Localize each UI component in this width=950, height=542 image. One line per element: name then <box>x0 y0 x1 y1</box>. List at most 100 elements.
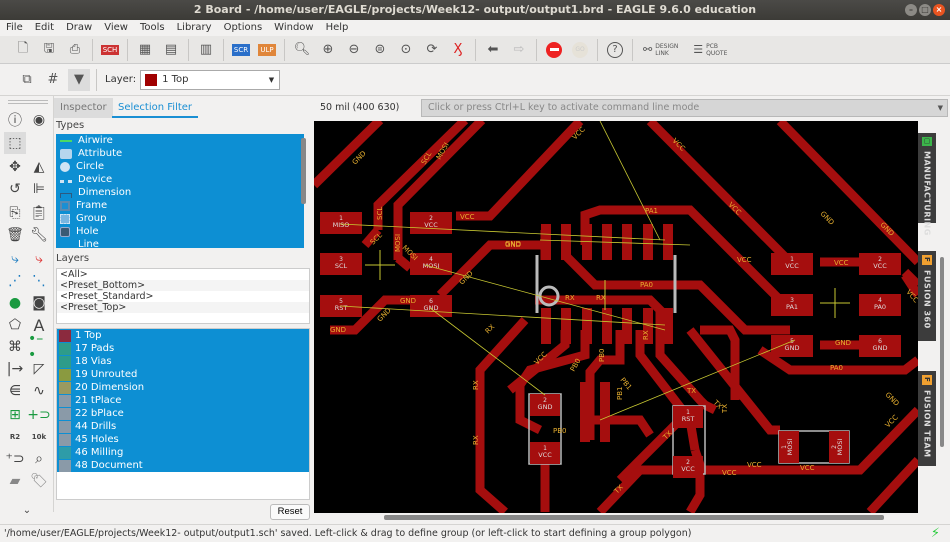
expand-more-icon[interactable]: ⌄ <box>16 499 38 521</box>
preset-item[interactable]: <Preset_Standard> <box>57 291 309 302</box>
replace-icon[interactable]: ⌕ <box>28 448 50 470</box>
type-item-frame[interactable]: Frame <box>56 199 304 212</box>
go-icon[interactable]: GO <box>569 39 591 61</box>
pad[interactable]: 2GND <box>530 394 560 416</box>
layer-item[interactable]: 18 Vias <box>57 355 309 368</box>
zoom-out-icon[interactable]: ⊖ <box>343 39 365 61</box>
pcb-drawing[interactable]: 1MISO2VCC3SCL4MOSI5RST6GND1VCC2VCC3PA14P… <box>314 121 918 513</box>
layers-list[interactable]: 1 Top 17 Pads 18 Vias 19 Unrouted 20 Dimensi… <box>56 328 310 500</box>
pad[interactable]: 5GND <box>771 335 813 357</box>
value-icon[interactable]: 10k <box>28 426 50 448</box>
type-item-circle[interactable]: Circle <box>56 160 304 173</box>
tag-icon[interactable]: 🏷︎ <box>28 470 50 492</box>
show-icon[interactable]: ◉ <box>28 109 50 131</box>
print-icon[interactable]: ⎙ <box>64 39 86 61</box>
tab-selection-filter[interactable]: Selection Filter <box>112 98 199 118</box>
menu-help[interactable]: Help <box>320 20 355 36</box>
optimize-icon[interactable]: ⋱ <box>28 270 50 292</box>
polygon-icon[interactable]: ⬠ <box>4 314 26 336</box>
layer-item[interactable]: 20 Dimension <box>57 381 309 394</box>
add-part-icon[interactable]: ⊞ <box>4 404 26 426</box>
tab-inspector[interactable]: Inspector <box>54 98 113 118</box>
zoom-select-icon[interactable]: ⊙ <box>395 39 417 61</box>
via-icon[interactable]: ● <box>4 292 26 314</box>
signal-icon[interactable]: ⌘ <box>4 336 26 358</box>
sch-brd-switch-icon[interactable]: SCH <box>99 39 121 61</box>
cam-processor-icon[interactable]: ▦ <box>134 39 156 61</box>
zoom-last-icon[interactable]: ⊜ <box>369 39 391 61</box>
selection-filter-icon[interactable]: ▼ <box>68 68 90 91</box>
wire-icon[interactable]: •–• <box>28 331 50 363</box>
redraw-icon[interactable]: ⟳ <box>421 39 443 61</box>
move-icon[interactable]: ✥ <box>4 156 26 178</box>
sinewave-icon[interactable]: ∿ <box>28 380 50 402</box>
types-list[interactable]: Airwire Attribute Circle Device Dimensio… <box>56 134 304 248</box>
pad[interactable]: 2VCC <box>673 456 703 478</box>
attribute-arrow-icon[interactable]: |→ <box>4 358 26 380</box>
menu-draw[interactable]: Draw <box>60 20 98 36</box>
ratsnest-icon[interactable]: Ӽ <box>447 39 469 61</box>
pad[interactable]: 1VCC <box>771 253 813 275</box>
layer-item[interactable]: 44 Drills <box>57 420 309 433</box>
preset-item[interactable]: <Preset_Bottom> <box>57 280 309 291</box>
help-icon[interactable]: ? <box>604 39 626 61</box>
layer-item[interactable]: 45 Holes <box>57 433 309 446</box>
rotate-icon[interactable]: ↺ <box>4 178 26 200</box>
vertical-scrollbar[interactable] <box>940 257 944 447</box>
menu-edit[interactable]: Edit <box>29 20 60 36</box>
layer-item[interactable]: 1 Top <box>57 329 309 342</box>
zoom-in-icon[interactable]: ⊕ <box>317 39 339 61</box>
group-select-icon[interactable]: ⬚ <box>4 132 26 154</box>
menu-options[interactable]: Options <box>218 20 269 36</box>
layer-item[interactable]: 46 Milling <box>57 446 309 459</box>
pad[interactable]: 1VCC <box>530 442 560 464</box>
change-icon[interactable]: 🔧︎ <box>28 224 50 246</box>
menu-file[interactable]: File <box>0 20 29 36</box>
paste-icon[interactable]: 📋︎ <box>28 202 50 224</box>
info-icon[interactable]: ⓘ <box>4 109 26 131</box>
pad[interactable]: 3PA1 <box>771 294 813 316</box>
pad[interactable]: 2MOSI <box>829 431 849 463</box>
maximize-button[interactable]: □ <box>919 4 931 16</box>
ripup-icon[interactable]: ⤷ <box>28 248 50 270</box>
hole-icon[interactable]: ◙ <box>28 292 50 314</box>
ulp-icon[interactable]: ULP <box>256 39 278 61</box>
layer-item[interactable]: 48 Document <box>57 459 309 472</box>
manufacturing-icon[interactable]: ▤ <box>160 39 182 61</box>
invoke-icon[interactable]: ⁺⊃ <box>4 448 26 470</box>
pad[interactable]: 1RST <box>673 406 703 428</box>
grid-icon[interactable]: # <box>42 69 64 91</box>
pad[interactable]: 6GND <box>410 295 452 317</box>
delete-icon[interactable]: 🗑︎ <box>4 224 26 246</box>
type-item-line[interactable]: Line <box>56 238 304 248</box>
type-item-hole[interactable]: Hole <box>56 225 304 238</box>
board-canvas[interactable]: 1 MISO 2 VCC 3 SCL 4 MOSI 5 RST 6 GND 1 VCC 2 VCC 3 PA1 4 P… <box>314 121 918 513</box>
layer-item[interactable]: 17 Pads <box>57 342 309 355</box>
stop-icon[interactable] <box>543 39 565 61</box>
package-icon[interactable]: ▰ <box>4 470 26 492</box>
pad[interactable]: 1MISO <box>320 212 362 234</box>
type-item-dimension[interactable]: Dimension <box>56 186 304 199</box>
pad[interactable]: 2VCC <box>859 253 901 275</box>
copy-icon[interactable]: ⎘ <box>4 202 26 224</box>
command-line-input[interactable]: Click or press Ctrl+L key to activate co… <box>421 99 948 117</box>
pad[interactable]: 1MOSI <box>779 431 799 463</box>
layer-item[interactable]: 22 bPlace <box>57 407 309 420</box>
pcb-quote-button[interactable]: ☰ PCB QUOTE <box>693 39 728 61</box>
layer-dropdown[interactable]: 1 Top ▼ <box>140 69 281 90</box>
library-icon[interactable]: ▥ <box>195 39 217 61</box>
open-file-icon[interactable]: 🗋 <box>12 39 34 61</box>
types-scrollbar[interactable] <box>301 138 306 204</box>
preset-item[interactable]: <All> <box>57 269 309 280</box>
menu-library[interactable]: Library <box>171 20 218 36</box>
design-link-button[interactable]: ⚯ DESIGN LINK <box>643 39 683 61</box>
redo-icon[interactable]: ⇨ <box>508 39 530 61</box>
layer-item[interactable]: 19 Unrouted <box>57 368 309 381</box>
type-item-attribute[interactable]: Attribute <box>56 147 304 160</box>
menu-window[interactable]: Window <box>268 20 319 36</box>
tab-fusion-team[interactable]: F FUSION TEAM <box>918 371 936 466</box>
type-item-airwire[interactable]: Airwire <box>56 134 304 147</box>
pad[interactable]: 6GND <box>859 335 901 357</box>
pad[interactable]: 4PA0 <box>859 294 901 316</box>
layer-presets-list[interactable]: <All> <Preset_Bottom> <Preset_Standard> … <box>56 268 310 324</box>
